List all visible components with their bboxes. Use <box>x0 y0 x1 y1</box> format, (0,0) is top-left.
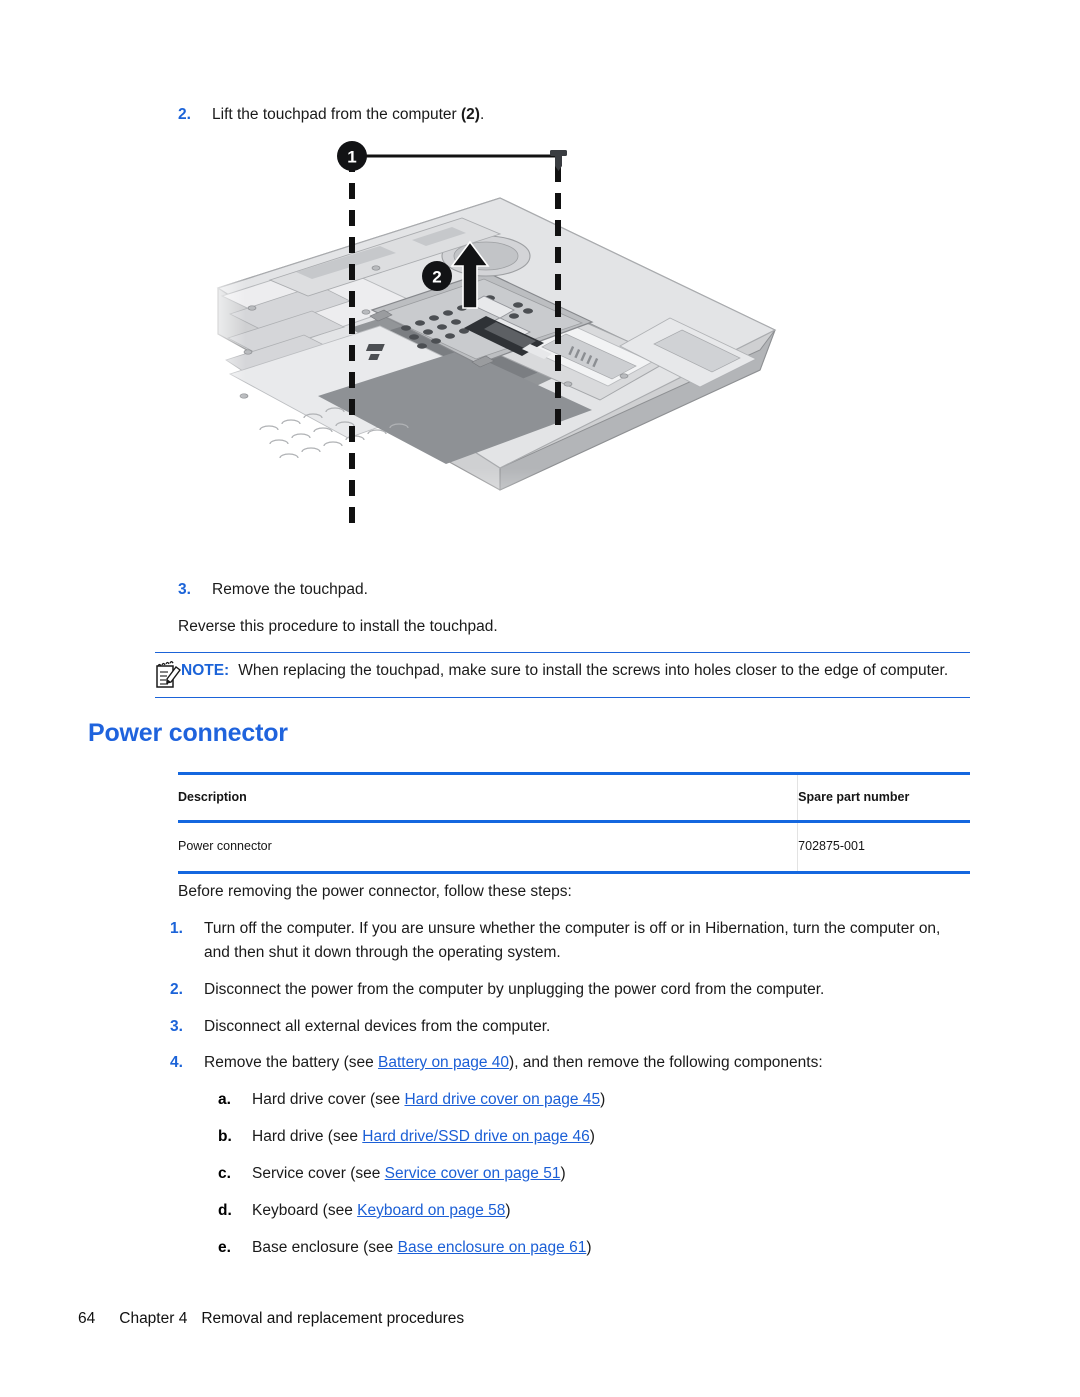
link-keyboard-page-58[interactable]: Keyboard on page 58 <box>357 1202 505 1219</box>
sub-step-text-after: ) <box>586 1239 592 1256</box>
procedure-step-1: 1. Turn off the computer. If you are uns… <box>170 917 960 964</box>
table-rule-bottom <box>178 871 970 875</box>
procedure-intro: Before removing the power connector, fol… <box>178 883 572 900</box>
sub-step-text-before: Hard drive (see <box>252 1128 363 1145</box>
table-header-row: Description Spare part number <box>178 775 970 822</box>
procedure-step-4: 4. Remove the battery (see Battery on pa… <box>170 1051 960 1075</box>
callout-ref-2: (2) <box>461 106 480 123</box>
sub-step-text-before: Keyboard (see <box>252 1202 358 1219</box>
table-row: Power connector 702875-001 <box>178 823 970 873</box>
reverse-procedure-text: Reverse this procedure to install the to… <box>178 618 498 635</box>
column-header-spare-part-number: Spare part number <box>797 775 970 822</box>
cell-description: Power connector <box>178 839 272 853</box>
note-body: When replacing the touchpad, make sure t… <box>238 662 949 679</box>
note-label: NOTE: <box>181 662 230 679</box>
sub-step-text-before: Service cover (see <box>252 1165 385 1182</box>
sub-step-text: Base enclosure (see Base enclosure on pa… <box>252 1236 592 1260</box>
step-number: 3. <box>170 1018 183 1035</box>
step-text: Remove the battery (see Battery on page … <box>204 1051 823 1075</box>
page-footer: 64 Chapter 4 Removal and replacement proce… <box>78 1310 464 1328</box>
note-pad-pencil-icon <box>155 660 181 690</box>
link-hard-drive-ssd-drive-page-46[interactable]: Hard drive/SSD drive on page 46 <box>362 1128 589 1145</box>
step-text: Lift the touchpad from the computer (2). <box>212 103 484 127</box>
step-text: Disconnect the power from the computer b… <box>204 981 825 998</box>
sub-step-text: Hard drive cover (see Hard drive cover o… <box>252 1088 605 1112</box>
document-page: 2. Lift the touchpad from the computer (… <box>0 0 1080 1397</box>
link-battery-page-40[interactable]: Battery on page 40 <box>378 1054 509 1071</box>
step-item-3: 3. Remove the touchpad. <box>178 578 878 602</box>
step-text: Turn off the computer. If you are unsure… <box>204 920 941 961</box>
step-text-after: ), and then remove the following compone… <box>509 1054 823 1071</box>
link-service-cover-page-51[interactable]: Service cover on page 51 <box>385 1165 561 1182</box>
step-number: 1. <box>170 920 183 937</box>
sub-step-text-after: ) <box>589 1128 595 1145</box>
step-text-after: . <box>479 106 485 123</box>
step-number: 4. <box>170 1054 183 1071</box>
sub-step-text: Service cover (see Service cover on page… <box>252 1162 566 1186</box>
chapter-label: Chapter 4 <box>119 1310 188 1327</box>
step-number: 2. <box>178 106 191 123</box>
sub-step-text-before: Hard drive cover (see <box>252 1091 405 1108</box>
svg-text:2: 2 <box>432 268 441 287</box>
sub-step-letter: a. <box>218 1091 231 1108</box>
sub-step-letter: c. <box>218 1165 231 1182</box>
touchpad-removal-illustration: 1 2 <box>200 138 780 568</box>
sub-step-text-after: ) <box>560 1165 566 1182</box>
column-header-description: Description <box>178 790 247 804</box>
note-admonition: NOTE: When replacing the touchpad, make s… <box>155 652 970 698</box>
sub-step-c: c. Service cover (see Service cover on p… <box>218 1162 958 1186</box>
procedure-step-3: 3. Disconnect all external devices from … <box>170 1015 960 1039</box>
step-number: 2. <box>170 981 183 998</box>
sub-step-text-after: ) <box>600 1091 606 1108</box>
screw-icon <box>550 150 567 171</box>
sub-step-text: Hard drive (see Hard drive/SSD drive on … <box>252 1125 595 1149</box>
sub-step-d: d. Keyboard (see Keyboard on page 58) <box>218 1199 958 1223</box>
svg-text:1: 1 <box>347 148 356 167</box>
step-text: Remove the touchpad. <box>212 581 368 598</box>
sub-step-letter: d. <box>218 1202 232 1219</box>
step-text-before: Remove the battery (see <box>204 1054 379 1071</box>
sub-step-letter: e. <box>218 1239 231 1256</box>
sub-step-text-before: Base enclosure (see <box>252 1239 398 1256</box>
step-text: Disconnect all external devices from the… <box>204 1018 551 1035</box>
page-number: 64 <box>78 1310 96 1327</box>
procedure-step-2: 2. Disconnect the power from the compute… <box>170 978 960 1002</box>
cell-spare-part-number: 702875-001 <box>797 823 970 873</box>
sub-step-b: b. Hard drive (see Hard drive/SSD drive … <box>218 1125 958 1149</box>
callout-bubble-1: 1 <box>337 141 367 171</box>
step-item-2: 2. Lift the touchpad from the computer (… <box>178 103 938 127</box>
sub-step-text: Keyboard (see Keyboard on page 58) <box>252 1199 511 1223</box>
step-text-before: Lift the touchpad from the computer <box>212 106 461 123</box>
section-heading-power-connector: Power connector <box>88 719 288 747</box>
link-hard-drive-cover-page-45[interactable]: Hard drive cover on page 45 <box>404 1091 600 1108</box>
link-base-enclosure-page-61[interactable]: Base enclosure on page 61 <box>398 1239 587 1256</box>
note-text: NOTE: When replacing the touchpad, make s… <box>181 659 948 682</box>
step-number: 3. <box>178 581 191 598</box>
sub-step-letter: b. <box>218 1128 232 1145</box>
callout-bubble-2: 2 <box>422 261 452 291</box>
sub-step-a: a. Hard drive cover (see Hard drive cove… <box>218 1088 958 1112</box>
spare-parts-table: Description Spare part number Power conn… <box>178 772 970 875</box>
sub-step-text-after: ) <box>505 1202 511 1219</box>
chapter-title: Removal and replacement procedures <box>201 1310 465 1327</box>
sub-step-e: e. Base enclosure (see Base enclosure on… <box>218 1236 958 1260</box>
